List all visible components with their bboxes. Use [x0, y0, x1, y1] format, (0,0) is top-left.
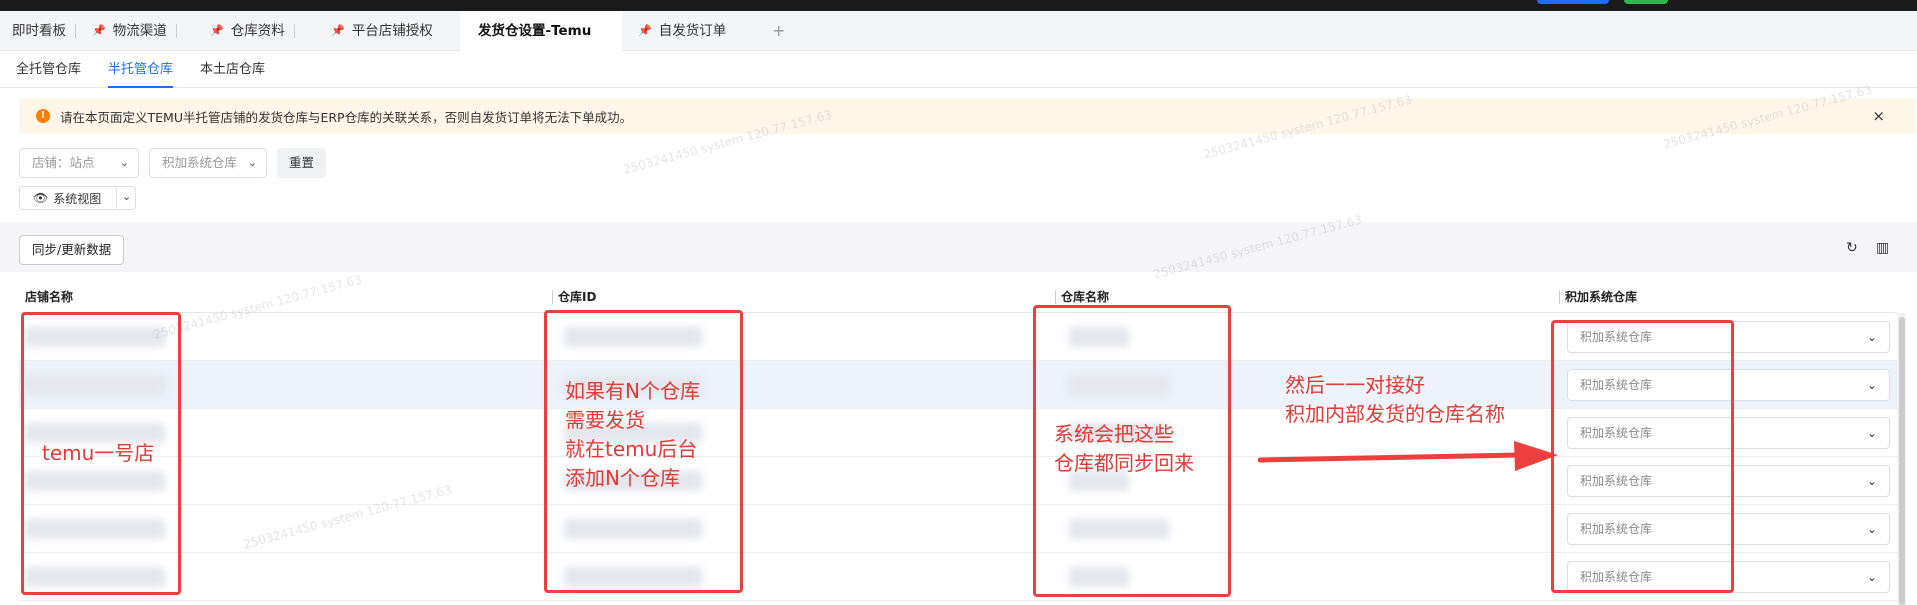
filter-bar: 店铺：站点 ⌄ 积加系统仓库 ⌄ 重置 [19, 148, 327, 178]
chevron-down-icon: ⌄ [119, 156, 129, 169]
annotation-warehouse-id-note: 如果有N个仓库 需要发货 就在temu后台 添加N个仓库 [565, 379, 700, 490]
select-placeholder: 积加系统仓库 [162, 155, 238, 170]
chevron-down-icon: ⌄ [247, 156, 257, 169]
view-label: 系统视图 [53, 191, 102, 206]
tab-label: 发货仓设置-Temu [478, 23, 592, 39]
annotation-warehouse-name-note: 系统会把这些 仓库都同步回来 [1054, 422, 1194, 475]
tab-label: 物流渠道 [112, 23, 167, 39]
select-placeholder: 店铺：站点 [32, 155, 95, 170]
tab-warehouse-data[interactable]: 📌 仓库资料 [210, 11, 295, 51]
chevron-down-icon: ⌄ [1866, 522, 1877, 536]
warehouse-type-tabs: 全托管仓库 半托管仓库 本土店仓库 [0, 51, 1917, 88]
close-icon[interactable]: × [1872, 107, 1885, 125]
system-view-dropdown[interactable]: 👁 系统视图 ⌄ [19, 186, 136, 210]
column-header-shop: 店铺名称 [25, 290, 74, 304]
chevron-down-icon[interactable]: ⌄ [122, 190, 131, 203]
toolbar-strip [0, 222, 1917, 272]
tab-label: 仓库资料 [230, 23, 285, 39]
top-primary-button[interactable] [1537, 0, 1609, 4]
subtab-semi-managed[interactable]: 半托管仓库 [108, 51, 174, 88]
chevron-down-icon: ⌄ [1866, 426, 1877, 440]
chevron-down-icon: ⌄ [1866, 474, 1877, 488]
annotation-shop-label: temu一号店 [42, 441, 155, 465]
tab-label: 自发货订单 [658, 23, 727, 39]
arrow-right-icon [1258, 441, 1558, 471]
tab-temu-warehouse-settings[interactable]: 发货仓设置-Temu [460, 11, 622, 51]
subtab-full-managed[interactable]: 全托管仓库 [16, 51, 81, 88]
refresh-icon[interactable]: ↻ [1846, 240, 1858, 256]
warning-icon: ! [36, 109, 50, 123]
tab-shop-auth[interactable]: 📌 平台店铺授权 [331, 11, 433, 51]
annotation-mapping-note: 然后一一对接好 积加内部发货的仓库名称 [1285, 373, 1505, 426]
tab-label: 即时看板 [12, 23, 66, 39]
subtab-local-store[interactable]: 本土店仓库 [200, 51, 265, 88]
sync-data-button[interactable]: 同步/更新数据 [19, 235, 125, 265]
table-header: 店铺名称 仓库ID 仓库名称 积加系统仓库 [19, 281, 1897, 313]
column-header-warehouse-id: 仓库ID [552, 281, 596, 313]
eye-icon: 👁 [33, 191, 49, 205]
pin-icon[interactable]: 📌 [92, 11, 106, 51]
tab-bar: 即时看板 📌 物流渠道 📌 仓库资料 📌 平台店铺授权 发货仓设置-Temu 📌… [0, 11, 1917, 51]
chevron-down-icon: ⌄ [1866, 378, 1877, 392]
chevron-down-icon: ⌄ [1866, 330, 1877, 344]
column-header-system-warehouse: 积加系统仓库 [1559, 281, 1637, 313]
pin-icon[interactable]: 📌 [638, 11, 652, 51]
columns-icon[interactable]: ▥ [1876, 240, 1889, 256]
warehouse-select[interactable]: 积加系统仓库 ⌄ [149, 148, 267, 178]
alert-text: 请在本页面定义TEMU半托管店铺的发货仓库与ERP仓库的关联关系，否则自发货订单… [60, 109, 633, 125]
warning-alert: ! 请在本页面定义TEMU半托管店铺的发货仓库与ERP仓库的关联关系，否则自发货… [19, 98, 1916, 134]
top-secondary-button[interactable] [1624, 0, 1668, 4]
pin-icon[interactable]: 📌 [331, 11, 345, 51]
chevron-down-icon: ⌄ [1866, 570, 1877, 584]
tab-label: 平台店铺授权 [351, 23, 433, 39]
scrollbar-thumb[interactable] [1899, 317, 1905, 605]
plus-icon[interactable]: + [772, 11, 785, 51]
tab-logistics[interactable]: 📌 物流渠道 [92, 11, 177, 51]
top-app-bar [0, 0, 1917, 11]
pin-icon[interactable]: 📌 [210, 11, 224, 51]
shop-site-select[interactable]: 店铺：站点 ⌄ [19, 148, 139, 178]
reset-button[interactable]: 重置 [277, 148, 327, 178]
annotation-box-system-warehouse [1551, 320, 1734, 593]
tab-dashboard[interactable]: 即时看板 [12, 11, 76, 51]
tab-self-ship-orders[interactable]: 📌 自发货订单 [638, 11, 726, 51]
